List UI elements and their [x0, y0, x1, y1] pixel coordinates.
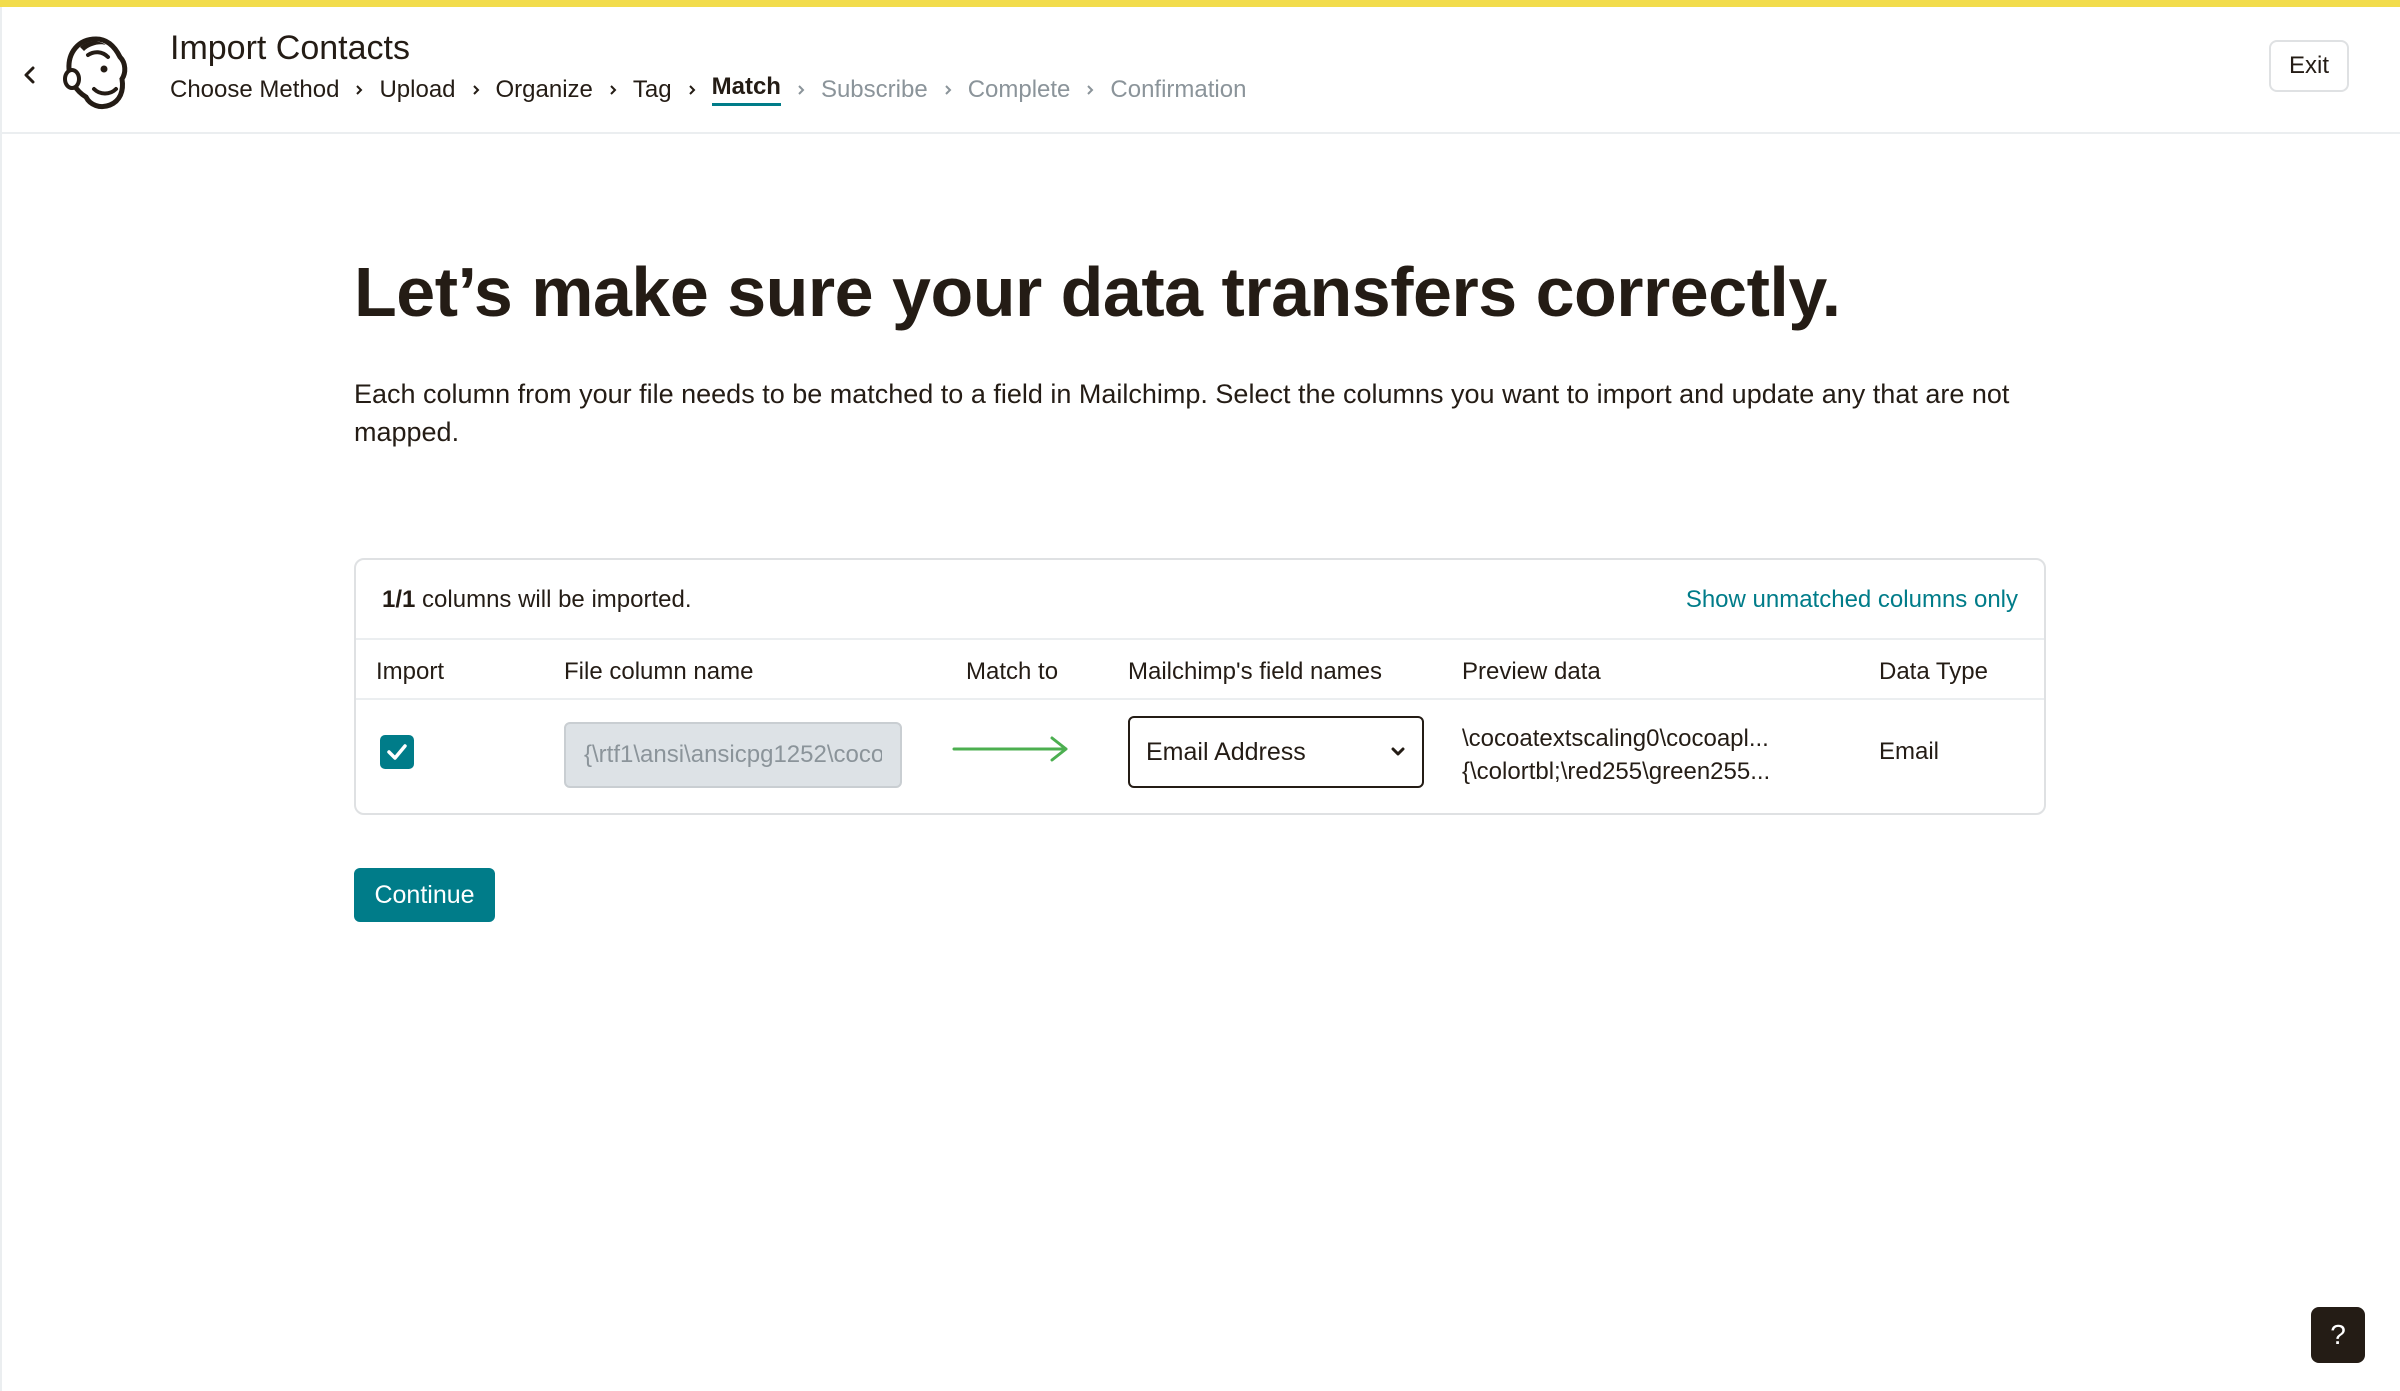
page-header: Import Contacts Choose Method Upload Org…	[0, 7, 2400, 134]
chevron-right-icon	[456, 84, 496, 96]
header-data-type: Data Type	[1879, 658, 1988, 685]
table-header: Import File column name Match to Mailchi…	[356, 642, 2044, 700]
arrow-right-icon	[952, 736, 1068, 762]
main-heading: Let’s make sure your data transfers corr…	[354, 253, 1841, 331]
back-button[interactable]	[16, 56, 44, 94]
step-tag[interactable]: Tag	[633, 76, 672, 104]
import-checkbox[interactable]	[380, 735, 414, 769]
checkmark-icon	[387, 744, 407, 760]
chevron-right-icon	[672, 84, 712, 96]
chevron-right-icon	[593, 84, 633, 96]
import-count-suffix: columns will be imported.	[415, 586, 692, 613]
exit-button[interactable]: Exit	[2269, 40, 2349, 92]
step-subscribe: Subscribe	[820, 75, 928, 103]
continue-button[interactable]: Continue	[354, 868, 495, 922]
show-unmatched-link[interactable]: Show unmatched columns only	[1686, 586, 2018, 614]
step-confirmation: Confirmation	[1110, 75, 1247, 103]
breadcrumb: Choose Method Upload Organize Tag Match …	[170, 73, 1246, 106]
field-name-value: Email Address	[1146, 737, 1306, 766]
file-column-name-input	[564, 722, 902, 788]
header-match-to: Match to	[966, 658, 1059, 685]
preview-data: \cocoatextscaling0\cocoapl... {\colortbl…	[1462, 722, 1802, 788]
chevron-right-icon	[781, 84, 821, 96]
header-file-column: File column name	[564, 658, 754, 685]
field-name-select[interactable]: Email Address	[1128, 716, 1424, 788]
help-button[interactable]: ?	[2311, 1307, 2365, 1363]
mailchimp-logo-icon	[63, 36, 128, 110]
page-title: Import Contacts	[170, 29, 410, 67]
header-import: Import	[376, 658, 445, 685]
import-count: 1/1	[382, 586, 416, 613]
header-field-names: Mailchimp's field names	[1128, 658, 1383, 685]
import-count-text: 1/1 columns will be imported.	[382, 586, 691, 614]
card-summary-bar: 1/1 columns will be imported. Show unmat…	[356, 560, 2044, 640]
step-choose-method[interactable]: Choose Method	[170, 76, 339, 104]
page-left-border	[0, 134, 2, 1391]
table-row: Email Address \cocoatextscaling0\cocoapl…	[356, 702, 2044, 815]
step-complete: Complete	[967, 75, 1071, 103]
chevron-down-icon	[1391, 747, 1405, 756]
preview-line: {\colortbl;\red255\green255...	[1462, 758, 1771, 785]
chevron-left-icon	[24, 66, 35, 84]
data-type-value: Email	[1879, 738, 1940, 765]
main-description: Each column from your file needs to be m…	[354, 379, 2010, 447]
step-upload[interactable]: Upload	[379, 76, 455, 104]
column-match-card: 1/1 columns will be imported. Show unmat…	[354, 558, 2046, 815]
step-match[interactable]: Match	[711, 73, 781, 106]
top-accent-stripe	[0, 0, 2400, 7]
chevron-right-icon	[928, 84, 968, 96]
step-organize[interactable]: Organize	[496, 76, 593, 104]
header-preview: Preview data	[1462, 658, 1601, 685]
chevron-right-icon	[339, 84, 379, 96]
chevron-right-icon	[1070, 84, 1110, 96]
preview-line: \cocoatextscaling0\cocoapl...	[1462, 725, 1769, 752]
